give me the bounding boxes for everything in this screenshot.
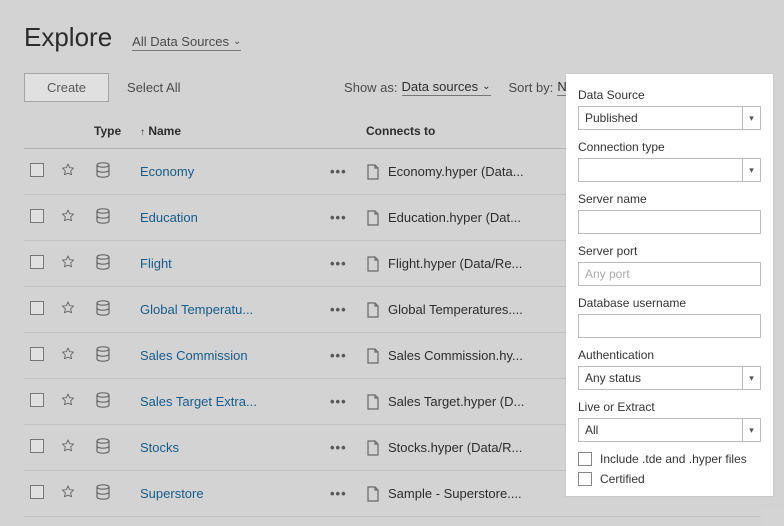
database-icon (94, 391, 112, 409)
row-actions-button[interactable]: ••• (330, 210, 347, 225)
col-header-type[interactable]: Type (88, 114, 134, 149)
database-icon (94, 299, 112, 317)
filter-include-tde-checkbox[interactable] (578, 452, 592, 466)
connects-to-text: Flight.hyper (Data/Re... (388, 256, 522, 271)
chevron-down-icon: ▾ (742, 159, 760, 181)
row-actions-button[interactable]: ••• (330, 486, 347, 501)
row-checkbox[interactable] (30, 301, 44, 315)
star-icon[interactable] (60, 438, 76, 454)
row-checkbox[interactable] (30, 485, 44, 499)
col-header-name[interactable]: ↑ Name (134, 114, 324, 149)
row-actions-button[interactable]: ••• (330, 440, 347, 455)
row-actions-button[interactable]: ••• (330, 164, 347, 179)
row-actions-button[interactable]: ••• (330, 348, 347, 363)
filter-data-source-label: Data Source (578, 88, 761, 102)
show-as-value: Data sources (402, 79, 479, 94)
chevron-down-icon: ▾ (742, 107, 760, 129)
sort-by-label: Sort by: (509, 80, 554, 95)
select-all-link[interactable]: Select All (127, 80, 180, 95)
row-checkbox[interactable] (30, 439, 44, 453)
filter-certified-checkbox[interactable] (578, 472, 592, 486)
connects-to-text: Stocks.hyper (Data/R... (388, 440, 522, 455)
chevron-down-icon: ⌄ (482, 81, 490, 92)
chevron-down-icon: ▾ (742, 419, 760, 441)
page-title: Explore (24, 22, 112, 53)
row-checkbox[interactable] (30, 163, 44, 177)
database-icon (94, 483, 112, 501)
data-source-name-link[interactable]: Sales Target Extra... (140, 394, 257, 409)
file-icon (366, 164, 380, 180)
data-source-name-link[interactable]: Economy (140, 164, 194, 179)
filter-connection-type-select[interactable]: ▾ (578, 158, 761, 182)
chevron-down-icon: ▾ (742, 367, 760, 389)
data-source-name-link[interactable]: Stocks (140, 440, 179, 455)
connects-to-text: Education.hyper (Dat... (388, 210, 521, 225)
show-as-label: Show as: (344, 80, 397, 95)
data-source-name-link[interactable]: Education (140, 210, 198, 225)
star-icon[interactable] (60, 392, 76, 408)
star-icon[interactable] (60, 484, 76, 500)
file-icon (366, 440, 380, 456)
connects-to-text: Economy.hyper (Data... (388, 164, 524, 179)
connects-to-text: Global Temperatures.... (388, 302, 523, 317)
row-actions-button[interactable]: ••• (330, 256, 347, 271)
data-source-name-link[interactable]: Superstore (140, 486, 204, 501)
star-icon[interactable] (60, 254, 76, 270)
file-icon (366, 256, 380, 272)
connects-to-text: Sample - Superstore.... (388, 486, 522, 501)
filter-server-port-input[interactable]: Any port (578, 262, 761, 286)
row-actions-button[interactable]: ••• (330, 394, 347, 409)
source-selector[interactable]: All Data Sources ⌄ (132, 34, 241, 51)
filter-db-username-label: Database username (578, 296, 761, 310)
filter-server-name-label: Server name (578, 192, 761, 206)
database-icon (94, 345, 112, 363)
filter-auth-label: Authentication (578, 348, 761, 362)
connects-to-text: Sales Target.hyper (D... (388, 394, 524, 409)
database-icon (94, 253, 112, 271)
row-checkbox[interactable] (30, 347, 44, 361)
filter-include-tde-label: Include .tde and .hyper files (600, 452, 747, 466)
star-icon[interactable] (60, 300, 76, 316)
filter-auth-select[interactable]: Any status ▾ (578, 366, 761, 390)
file-icon (366, 302, 380, 318)
file-icon (366, 210, 380, 226)
star-icon[interactable] (60, 346, 76, 362)
connects-to-text: Sales Commission.hy... (388, 348, 523, 363)
data-source-name-link[interactable]: Flight (140, 256, 172, 271)
filter-live-extract-label: Live or Extract (578, 400, 761, 414)
filter-live-extract-select[interactable]: All ▾ (578, 418, 761, 442)
create-button[interactable]: Create (24, 73, 109, 102)
data-source-name-link[interactable]: Sales Commission (140, 348, 248, 363)
row-actions-button[interactable]: ••• (330, 302, 347, 317)
file-icon (366, 486, 380, 502)
row-checkbox[interactable] (30, 209, 44, 223)
filter-server-name-input[interactable] (578, 210, 761, 234)
file-icon (366, 348, 380, 364)
database-icon (94, 207, 112, 225)
source-selector-label: All Data Sources (132, 34, 229, 49)
show-as-selector[interactable]: Data sources ⌄ (402, 79, 491, 96)
file-icon (366, 394, 380, 410)
filter-panel: Data Source Published ▾ Connection type … (566, 74, 773, 496)
database-icon (94, 437, 112, 455)
star-icon[interactable] (60, 162, 76, 178)
filter-connection-type-label: Connection type (578, 140, 761, 154)
chevron-down-icon: ⌄ (233, 36, 241, 47)
star-icon[interactable] (60, 208, 76, 224)
filter-server-port-label: Server port (578, 244, 761, 258)
data-source-name-link[interactable]: Global Temperatu... (140, 302, 253, 317)
database-icon (94, 161, 112, 179)
filter-data-source-select[interactable]: Published ▾ (578, 106, 761, 130)
filter-certified-label: Certified (600, 472, 645, 486)
row-checkbox[interactable] (30, 255, 44, 269)
row-checkbox[interactable] (30, 393, 44, 407)
filter-db-username-input[interactable] (578, 314, 761, 338)
